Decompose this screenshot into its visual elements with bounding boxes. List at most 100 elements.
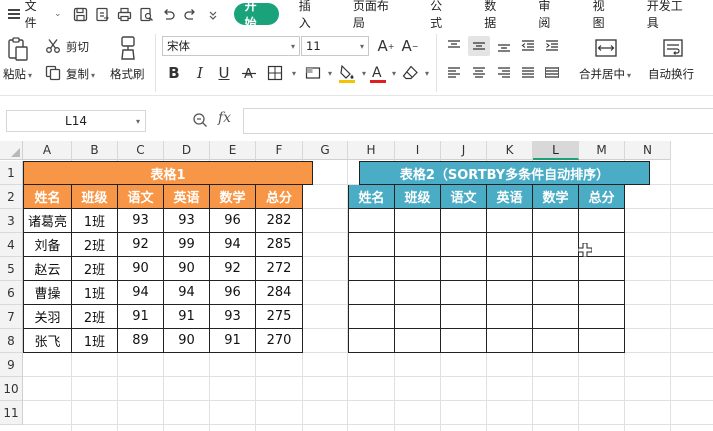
table2-empty-cell[interactable] bbox=[579, 257, 625, 281]
save-icon[interactable] bbox=[70, 3, 92, 25]
table1-data-cell[interactable]: 2班 bbox=[72, 257, 118, 281]
table2-empty-cell[interactable] bbox=[348, 209, 395, 233]
table2-empty-cell[interactable] bbox=[348, 329, 395, 353]
table2-title[interactable]: 表格2（SORTBY多条件自动排序） bbox=[359, 161, 650, 185]
insert-function-button[interactable]: fx bbox=[218, 110, 231, 126]
table2-empty-cell[interactable] bbox=[533, 257, 579, 281]
table2-header-cell[interactable]: 英语 bbox=[487, 185, 533, 209]
copy-button[interactable]: 复制 ▾ bbox=[66, 66, 95, 82]
column-header-n[interactable]: N bbox=[625, 141, 671, 160]
format-painter-button[interactable]: 格式刷 bbox=[110, 66, 145, 82]
column-header-e[interactable]: E bbox=[210, 141, 256, 160]
borders-icon[interactable] bbox=[264, 62, 286, 84]
table2-empty-cell[interactable] bbox=[395, 305, 441, 329]
strikethrough-icon[interactable]: A bbox=[238, 62, 260, 84]
zoom-icon[interactable] bbox=[192, 112, 208, 132]
undo-icon[interactable] bbox=[158, 3, 180, 25]
column-header-b[interactable]: B bbox=[72, 141, 118, 160]
table2-empty-cell[interactable] bbox=[533, 281, 579, 305]
wrap-text-icon[interactable] bbox=[660, 36, 686, 60]
column-header-d[interactable]: D bbox=[164, 141, 210, 160]
align-right-icon[interactable] bbox=[494, 63, 514, 83]
column-header-i[interactable]: I bbox=[395, 141, 441, 160]
table1-data-cell[interactable]: 94 bbox=[210, 233, 256, 257]
table1-data-cell[interactable]: 刘备 bbox=[23, 233, 72, 257]
table2-empty-cell[interactable] bbox=[441, 209, 487, 233]
row-header-2[interactable]: 2 bbox=[0, 185, 23, 209]
column-header-j[interactable]: J bbox=[441, 141, 487, 160]
fill-color-icon[interactable] bbox=[336, 61, 358, 85]
row-header-5[interactable]: 5 bbox=[0, 257, 23, 281]
table1-data-cell[interactable]: 93 bbox=[164, 209, 210, 233]
table2-empty-cell[interactable] bbox=[395, 257, 441, 281]
table1-data-cell[interactable]: 93 bbox=[118, 209, 164, 233]
font-size-select[interactable]: 11 ▾ bbox=[301, 36, 369, 56]
column-header-k[interactable]: K bbox=[487, 141, 533, 160]
table2-empty-cell[interactable] bbox=[395, 209, 441, 233]
table1-data-cell[interactable]: 张飞 bbox=[23, 329, 72, 353]
tab-home[interactable]: 开始 bbox=[233, 0, 279, 30]
table1-data-cell[interactable]: 282 bbox=[256, 209, 303, 233]
distributed-align-icon[interactable] bbox=[542, 63, 562, 83]
row-header-3[interactable]: 3 bbox=[0, 209, 23, 233]
align-left-icon[interactable] bbox=[444, 63, 464, 83]
table1-data-cell[interactable]: 1班 bbox=[72, 281, 118, 305]
align-bottom-icon[interactable] bbox=[494, 36, 514, 56]
align-middle-icon[interactable] bbox=[468, 36, 490, 56]
table2-empty-cell[interactable] bbox=[579, 209, 625, 233]
table1-data-cell[interactable]: 90 bbox=[118, 257, 164, 281]
table1-data-cell[interactable]: 94 bbox=[164, 281, 210, 305]
table1-data-cell[interactable]: 91 bbox=[164, 305, 210, 329]
clear-format-dropdown-icon[interactable]: ▾ bbox=[421, 62, 433, 84]
table2-empty-cell[interactable] bbox=[441, 281, 487, 305]
row-header-7[interactable]: 7 bbox=[0, 305, 23, 329]
table1-data-cell[interactable]: 99 bbox=[164, 233, 210, 257]
paste-icon[interactable] bbox=[4, 34, 32, 64]
tab-page-layout[interactable]: 页面布局 bbox=[342, 0, 410, 30]
table2-header-cell[interactable]: 姓名 bbox=[348, 185, 395, 209]
table1-data-cell[interactable]: 94 bbox=[118, 281, 164, 305]
redo-icon[interactable] bbox=[180, 3, 202, 25]
table2-empty-cell[interactable] bbox=[533, 305, 579, 329]
decrease-indent-icon[interactable] bbox=[518, 36, 538, 56]
table2-empty-cell[interactable] bbox=[441, 257, 487, 281]
table1-data-cell[interactable]: 91 bbox=[118, 305, 164, 329]
cell-style-icon[interactable] bbox=[302, 62, 324, 84]
table1-data-cell[interactable]: 275 bbox=[256, 305, 303, 329]
table1-data-cell[interactable]: 272 bbox=[256, 257, 303, 281]
tab-formulas[interactable]: 公式 bbox=[419, 0, 464, 30]
table1-title[interactable]: 表格1 bbox=[23, 161, 313, 185]
paste-button[interactable]: 粘贴 ▾ bbox=[3, 66, 32, 82]
print-icon[interactable] bbox=[114, 3, 136, 25]
row-header-8[interactable]: 8 bbox=[0, 329, 23, 353]
table1-data-cell[interactable]: 2班 bbox=[72, 233, 118, 257]
row-header-11[interactable]: 11 bbox=[0, 401, 23, 425]
increase-indent-icon[interactable] bbox=[542, 36, 562, 56]
tab-view[interactable]: 视图 bbox=[582, 0, 627, 30]
column-header-a[interactable]: A bbox=[23, 141, 72, 160]
table1-header-cell[interactable]: 英语 bbox=[164, 185, 210, 209]
formula-input[interactable] bbox=[243, 108, 713, 134]
table2-empty-cell[interactable] bbox=[487, 257, 533, 281]
justify-icon[interactable] bbox=[518, 63, 538, 83]
table1-data-cell[interactable]: 诸葛亮 bbox=[23, 209, 72, 233]
cut-button[interactable]: 剪切 bbox=[66, 39, 89, 55]
column-header-g[interactable]: G bbox=[303, 141, 348, 160]
tab-developer[interactable]: 开发工具 bbox=[636, 0, 704, 30]
column-header-h[interactable]: H bbox=[348, 141, 395, 160]
table1-data-cell[interactable]: 1班 bbox=[72, 209, 118, 233]
table1-data-cell[interactable]: 284 bbox=[256, 281, 303, 305]
table2-empty-cell[interactable] bbox=[579, 329, 625, 353]
table1-data-cell[interactable]: 285 bbox=[256, 233, 303, 257]
table2-empty-cell[interactable] bbox=[441, 305, 487, 329]
table2-header-cell[interactable]: 总分 bbox=[579, 185, 625, 209]
select-all-button[interactable] bbox=[0, 141, 23, 160]
spreadsheet-grid[interactable]: ABCDEFGHIJKLMN 1 2 3 4 5 6 7 8 9 10 11 姓名 班级 语文 英语 数学总… bbox=[0, 141, 713, 431]
table1-data-cell[interactable]: 92 bbox=[210, 257, 256, 281]
column-header-f[interactable]: F bbox=[256, 141, 303, 160]
print-preview-icon[interactable] bbox=[136, 3, 158, 25]
table1-data-cell[interactable]: 90 bbox=[164, 257, 210, 281]
tab-data[interactable]: 数据 bbox=[473, 0, 518, 30]
row-header-1[interactable]: 1 bbox=[0, 161, 23, 185]
table2-empty-cell[interactable] bbox=[579, 305, 625, 329]
